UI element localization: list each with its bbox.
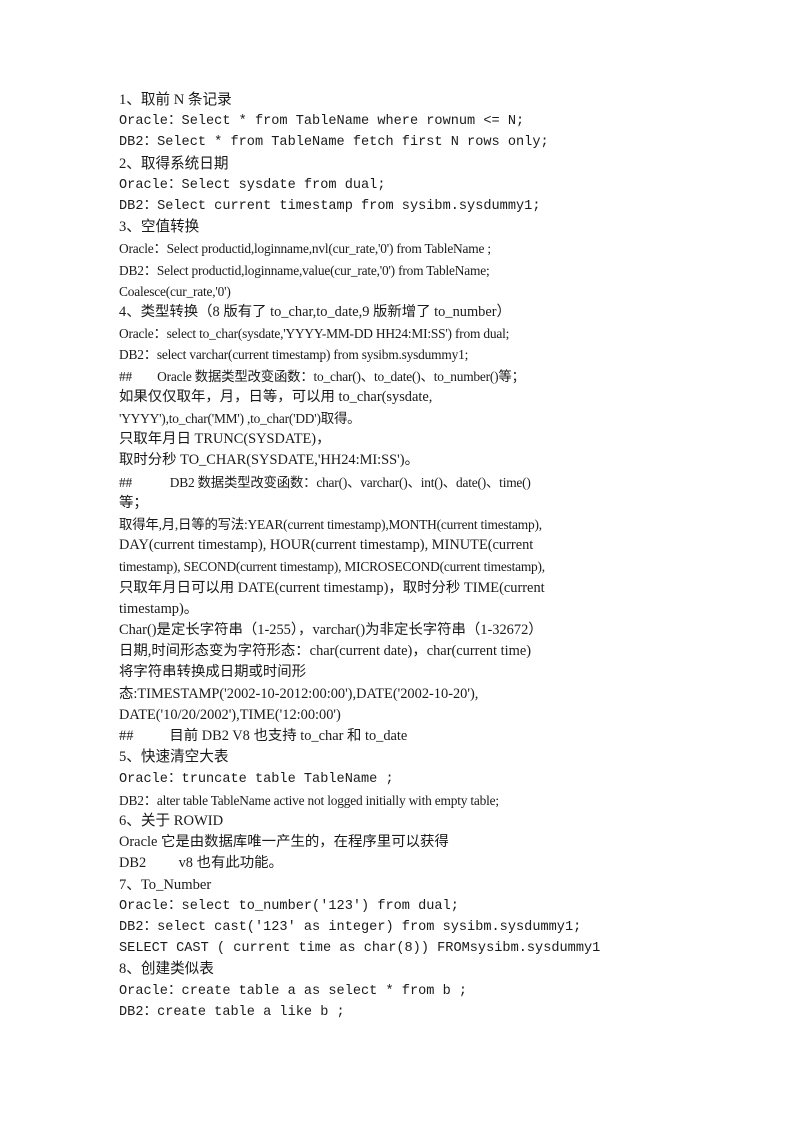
document-line: Oracle 它是由数据库唯一产生的，在程序里可以获得	[119, 834, 449, 851]
document-body: 1、取前 N 条记录 Oracle：Select * from TableName…	[119, 90, 679, 1023]
document-line: 只取年月日 TRUNC(SYSDATE)，	[119, 431, 331, 448]
document-line: Oracle：select to_number('123') from dual…	[119, 898, 459, 914]
document-line: 5、快速清空大表	[119, 749, 229, 766]
document-page: 1、取前 N 条记录 Oracle：Select * from TableName…	[0, 0, 793, 1122]
document-line: DB2：Select current timestamp from sysibm…	[119, 199, 541, 215]
document-line: 取得年,月,日等的写法:YEAR(current timestamp),MONT…	[119, 517, 542, 533]
document-line: 6、关于 ROWID	[119, 812, 224, 829]
document-line: ## DB2 数据类型改变函数：char()、varchar()、int()、d…	[119, 474, 531, 490]
document-line: 'YYYY'),to_char('MM') ,to_char('DD')取得。	[119, 411, 361, 427]
document-line: timestamp), SECOND(current timestamp), M…	[119, 559, 545, 575]
document-line: 只取年月日可以用 DATE(current timestamp)，取时分秒 TI…	[119, 579, 545, 596]
document-line: ## 目前 DB2 V8 也支持 to_char 和 to_date	[119, 728, 408, 745]
document-line: 态:TIMESTAMP('2002-10-2012:00:00'),DATE('…	[119, 685, 479, 702]
document-line: 等；	[119, 494, 148, 511]
document-line: 8、创建类似表	[119, 961, 214, 978]
document-line: Oracle：Select productid,loginname,nvl(cu…	[119, 241, 491, 257]
document-line: DB2：Select * from TableName fetch first …	[119, 135, 549, 151]
document-line: Oracle：select to_char(sysdate,'YYYY-MM-D…	[119, 326, 510, 342]
document-line: DATE('10/20/2002'),TIME('12:00:00')	[119, 706, 341, 723]
document-line: ## Oracle 数据类型改变函数：to_char()、to_date()、t…	[119, 368, 525, 384]
document-line: 3、空值转换	[119, 219, 200, 236]
document-line: 日期,时间形态变为字符形态：char(current date)，char(cu…	[119, 643, 531, 660]
document-line: 如果仅仅取年，月，日等，可以用 to_char(sysdate,	[119, 388, 433, 405]
document-line: 取时分秒 TO_CHAR(SYSDATE,'HH24:MI:SS')。	[119, 452, 419, 469]
document-line: Char()是定长字符串（1-255），varchar()为非定长字符串（1-3…	[119, 622, 543, 639]
document-line: DB2：select varchar(current timestamp) fr…	[119, 347, 469, 363]
document-line: DB2：alter table TableName active not log…	[119, 792, 499, 808]
document-line: timestamp)。	[119, 600, 199, 617]
document-line: 7、To_Number	[119, 876, 212, 893]
document-line: DB2 v8 也有此功能。	[119, 855, 283, 872]
document-line: DB2：Select productid,loginname,value(cur…	[119, 262, 490, 278]
document-line: DAY(current timestamp), HOUR(current tim…	[119, 537, 534, 554]
document-line: Oracle：create table a as select * from b…	[119, 983, 468, 999]
document-line: Oracle：Select sysdate from dual;	[119, 177, 386, 193]
document-line: 4、类型转换（8 版有了 to_char,to_date,9 版新增了 to_n…	[119, 304, 511, 321]
document-line: 1、取前 N 条记录	[119, 92, 232, 108]
document-line: Coalesce(cur_rate,'0')	[119, 283, 231, 299]
document-line: Oracle：Select * from TableName where row…	[119, 114, 525, 130]
document-line: DB2：create table a like b ;	[119, 1004, 345, 1020]
document-line: 2、取得系统日期	[119, 155, 229, 172]
document-line: SELECT CAST ( current time as char(8)) F…	[119, 941, 601, 957]
document-line: Oracle：truncate table TableName ;	[119, 771, 394, 787]
document-line: 将字符串转换成日期或时间形	[119, 664, 307, 681]
document-line: DB2：select cast('123' as integer) from s…	[119, 919, 582, 935]
